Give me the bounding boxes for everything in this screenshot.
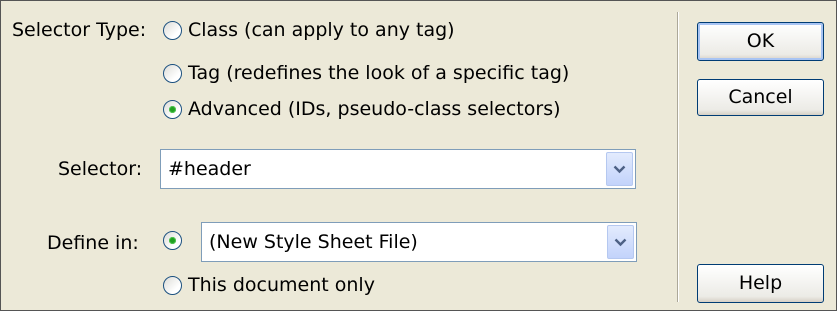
chevron-down-icon[interactable] [607, 225, 634, 259]
chevron-down-icon[interactable] [606, 152, 633, 186]
radio-selected-icon [163, 99, 182, 119]
ok-button[interactable]: OK [697, 22, 824, 61]
radio-advanced-label: Advanced (IDs, pseudo-class selectors) [188, 98, 561, 120]
radio-tag-label: Tag (redefines the look of a specific ta… [188, 62, 570, 84]
cancel-button[interactable]: Cancel [697, 79, 824, 116]
radio-advanced[interactable]: Advanced (IDs, pseudo-class selectors) [163, 97, 561, 121]
stylesheet-value: (New Style Sheet File) [209, 231, 418, 253]
radio-class[interactable]: Class (can apply to any tag) [163, 18, 455, 42]
selector-type-label: Selector Type: [12, 19, 147, 41]
radio-circle-icon [163, 63, 182, 83]
radio-circle-icon [163, 275, 182, 295]
help-button[interactable]: Help [697, 264, 824, 303]
define-in-label: Define in: [47, 232, 139, 254]
selector-combobox[interactable]: #header [160, 149, 636, 189]
radio-selected-icon [163, 231, 182, 250]
selector-value: #header [168, 158, 251, 180]
radio-class-label: Class (can apply to any tag) [188, 19, 455, 41]
radio-define-in-file[interactable] [163, 231, 188, 250]
stylesheet-combobox[interactable]: (New Style Sheet File) [201, 222, 637, 262]
radio-this-document-label: This document only [188, 274, 375, 296]
radio-this-document[interactable]: This document only [163, 273, 375, 297]
selector-label: Selector: [58, 158, 143, 180]
radio-circle-icon [163, 20, 182, 40]
radio-tag[interactable]: Tag (redefines the look of a specific ta… [163, 61, 569, 85]
vertical-divider [677, 12, 679, 302]
